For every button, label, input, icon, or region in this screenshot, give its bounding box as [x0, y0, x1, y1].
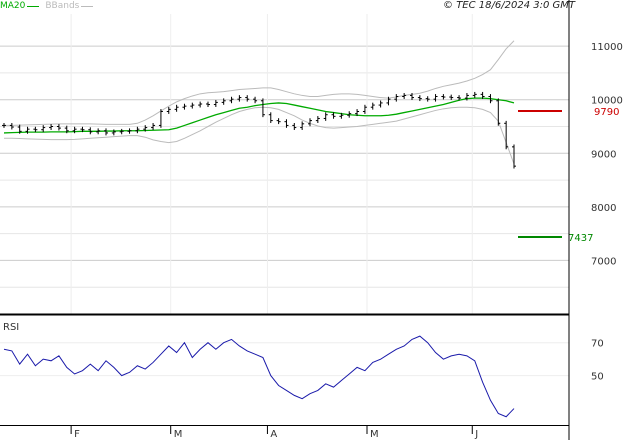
rsi-line: [3, 335, 515, 418]
bband-line: [4, 40, 515, 126]
rsi-title: RSI: [3, 322, 19, 333]
ma20-group: [3, 97, 515, 134]
rsi-tick-label: 70: [591, 339, 604, 350]
price-tick-label: 10000: [591, 96, 623, 107]
rsi-tick-label: 50: [591, 372, 604, 383]
support-label: 7437: [568, 233, 593, 244]
price-tick-label: 8000: [591, 203, 616, 214]
month-tick-label: F: [74, 429, 80, 440]
resistance-label: 9790: [594, 107, 619, 118]
price-tick-label: 11000: [591, 42, 623, 53]
price-tick-label: 7000: [591, 256, 616, 267]
tick-labels: 11000 10000 9000 8000 7000 F M A M J 70 50 RSI: [3, 42, 623, 440]
rsi-group: [3, 335, 515, 418]
bband-line: [4, 106, 515, 165]
chart-frame: [0, 0, 570, 440]
source-label: © TEC 18/6/2024 3:0 GMT: [443, 0, 575, 11]
grid: [0, 14, 569, 377]
month-tick-label: A: [270, 429, 277, 440]
month-tick-label: M: [370, 429, 379, 440]
legend-ma20-label: MA20: [0, 1, 26, 11]
ohlc-bars-group: [2, 91, 516, 169]
price-chart-svg: 9790 7437 11000 10000 9000 8000 7000 F M A M J 70 50…: [0, 0, 623, 440]
legend-ma20-swatch: [27, 5, 40, 7]
month-tick-label: M: [174, 429, 183, 440]
legend: MA20 BBands: [0, 0, 94, 12]
bbands-group: [4, 40, 515, 165]
month-tick-label: J: [474, 429, 478, 440]
chart-root: 9790 7437 11000 10000 9000 8000 7000 F M A M J 70 50…: [0, 0, 627, 440]
legend-bbands-label: BBands: [45, 1, 80, 11]
price-tick-label: 9000: [591, 149, 616, 160]
legend-bbands-swatch: [81, 5, 94, 7]
ma20-line: [3, 97, 515, 134]
